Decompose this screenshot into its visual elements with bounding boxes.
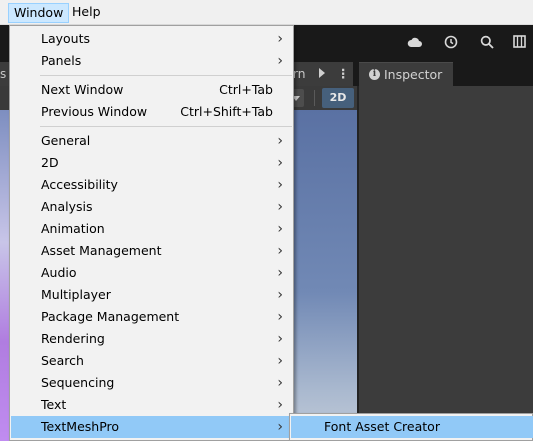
menu-item-sequencing[interactable]: Sequencing › — [11, 372, 293, 394]
menu-item-label: Layouts — [41, 31, 91, 46]
submenu-arrow-icon: › — [277, 287, 283, 303]
menu-item-multiplayer[interactable]: Multiplayer › — [11, 284, 293, 306]
menu-item-label: Package Management — [41, 309, 180, 324]
menu-help[interactable]: Help — [67, 3, 106, 23]
history-icon[interactable] — [442, 35, 460, 53]
menu-item-panels[interactable]: Panels › — [11, 50, 293, 72]
menu-item-font-asset-creator[interactable]: Font Asset Creator — [291, 416, 533, 438]
more-options-icon[interactable]: ⋮ — [337, 62, 350, 86]
submenu-arrow-icon: › — [277, 375, 283, 391]
cloud-icon[interactable] — [406, 35, 424, 53]
layout-icon[interactable] — [510, 35, 528, 53]
menu-item-asset-management[interactable]: Asset Management › — [11, 240, 293, 262]
submenu-arrow-icon: › — [277, 177, 283, 193]
menu-item-label: General — [41, 133, 91, 148]
textmeshpro-submenu: Font Asset Creator — [289, 413, 533, 441]
menu-item-label: Audio — [41, 265, 77, 280]
menu-item-accessibility[interactable]: Accessibility › — [11, 174, 293, 196]
menu-item-animation[interactable]: Animation › — [11, 218, 293, 240]
toolbar-divider — [314, 90, 315, 106]
submenu-arrow-icon: › — [277, 53, 283, 69]
menu-item-label: TextMeshPro — [41, 419, 120, 434]
submenu-arrow-icon: › — [277, 265, 283, 281]
menu-item-label: Accessibility — [41, 177, 118, 192]
menu-item-general[interactable]: General › — [11, 130, 293, 152]
menu-item-label: Animation — [41, 221, 105, 236]
menu-item-label: Analysis — [41, 199, 93, 214]
submenu-arrow-icon: › — [277, 243, 283, 259]
info-icon: i — [369, 69, 380, 80]
play-arrow-icon[interactable] — [319, 68, 325, 78]
menu-item-label: 2D — [41, 155, 59, 170]
search-icon[interactable] — [478, 35, 496, 53]
submenu-arrow-icon: › — [277, 353, 283, 369]
tab-inspector-label: Inspector — [384, 67, 443, 82]
submenu-arrow-icon: › — [277, 331, 283, 347]
submenu-arrow-icon: › — [277, 133, 283, 149]
menu-item-audio[interactable]: Audio › — [11, 262, 293, 284]
menu-item-search[interactable]: Search › — [11, 350, 293, 372]
menu-item-next-window[interactable]: Next Window Ctrl+Tab — [11, 79, 293, 101]
menu-item-package-management[interactable]: Package Management › — [11, 306, 293, 328]
menu-item-label: Panels — [41, 53, 82, 68]
menu-item-label: Text — [41, 397, 67, 412]
submenu-arrow-icon: › — [277, 199, 283, 215]
menu-item-label: Multiplayer — [41, 287, 111, 302]
menu-item-label: Asset Management — [41, 243, 162, 258]
submenu-arrow-icon: › — [277, 155, 283, 171]
window-menu-dropdown: Layouts › Panels › Next Window Ctrl+Tab … — [9, 25, 294, 441]
menu-item-label: Sequencing — [41, 375, 115, 390]
menu-item-label: Previous Window — [41, 104, 148, 119]
submenu-arrow-icon: › — [277, 31, 283, 47]
submenu-arrow-icon: › — [277, 221, 283, 237]
menu-item-label: Search — [41, 353, 84, 368]
submenu-arrow-icon: › — [277, 419, 283, 435]
menu-item-previous-window[interactable]: Previous Window Ctrl+Shift+Tab — [11, 101, 293, 123]
inspector-panel — [357, 86, 533, 441]
menu-separator — [40, 126, 292, 127]
menu-separator — [40, 75, 292, 76]
menu-item-rendering[interactable]: Rendering › — [11, 328, 293, 350]
menu-item-label: Font Asset Creator — [324, 419, 440, 434]
tab-inspector[interactable]: i Inspector — [359, 62, 453, 86]
menu-item-label: Next Window — [41, 82, 124, 97]
submenu-arrow-icon: › — [277, 397, 283, 413]
menu-item-text[interactable]: Text › — [11, 394, 293, 416]
menu-item-textmeshpro[interactable]: TextMeshPro › — [11, 416, 293, 438]
menu-bar: Window Help — [0, 0, 533, 25]
menu-item-shortcut: Ctrl+Tab — [219, 82, 273, 97]
menu-item-label: Rendering — [41, 331, 105, 346]
menu-item-2d[interactable]: 2D › — [11, 152, 293, 174]
menu-item-shortcut: Ctrl+Shift+Tab — [180, 104, 273, 119]
tab-scene-partial[interactable]: ern ⋮ — [285, 62, 353, 86]
toggle-2d-button[interactable]: 2D — [322, 88, 354, 108]
submenu-arrow-icon: › — [277, 309, 283, 325]
menu-item-analysis[interactable]: Analysis › — [11, 196, 293, 218]
menu-window[interactable]: Window — [8, 3, 70, 23]
menu-item-layouts[interactable]: Layouts › — [11, 28, 293, 50]
